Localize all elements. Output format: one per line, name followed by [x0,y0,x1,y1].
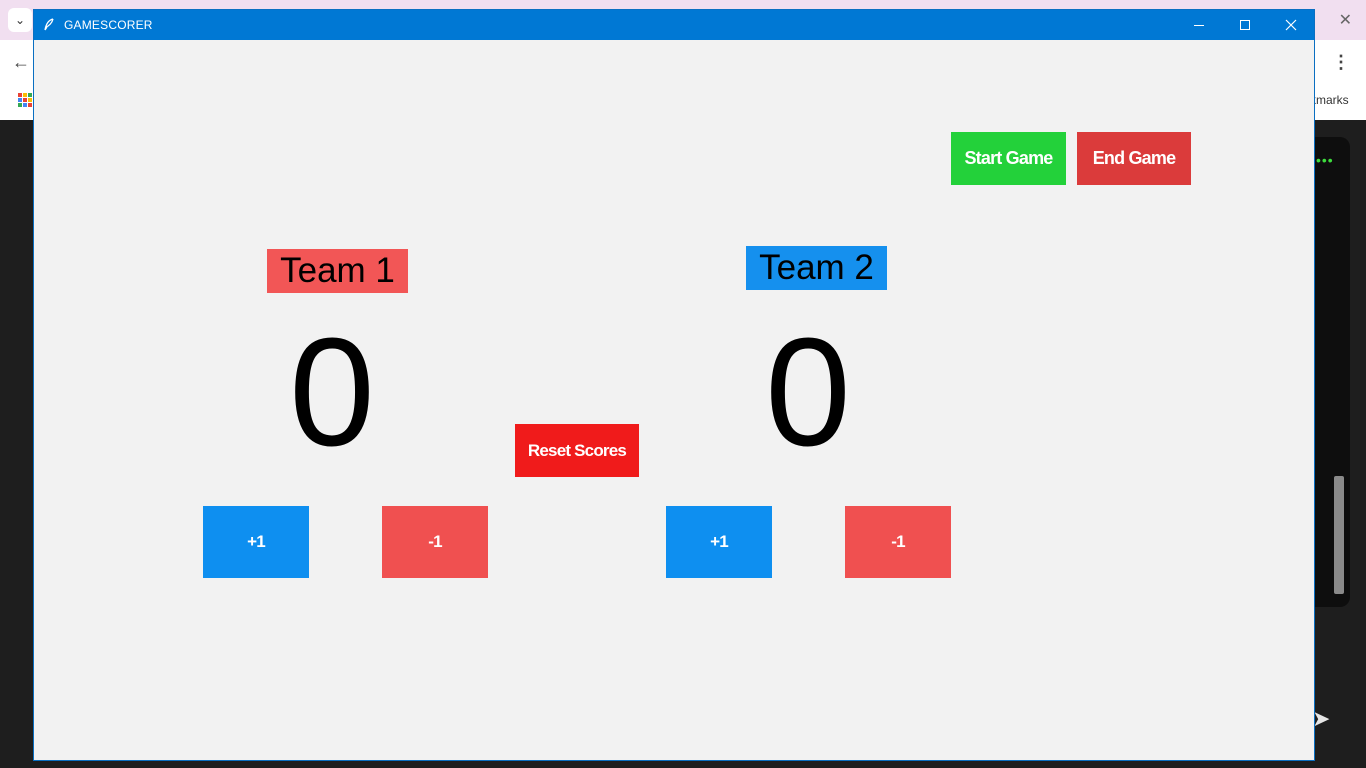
start-game-button[interactable]: Start Game [951,132,1066,185]
team2-name-label: Team 2 [746,246,887,290]
minimize-button[interactable] [1176,10,1222,40]
team2-plus-one-button[interactable]: +1 [666,506,772,578]
team1-name-label: Team 1 [267,249,408,293]
browser-close-icon[interactable]: ✕ [1339,10,1352,30]
close-icon [1285,19,1297,31]
scrollbar-thumb[interactable] [1334,476,1344,594]
feather-app-icon [34,10,64,40]
team2-score: 0 [765,306,851,478]
maximize-button[interactable] [1222,10,1268,40]
status-dots-icon: ••• [1316,152,1334,168]
back-arrow-icon[interactable]: ← [12,52,30,73]
window-title: GAMESCORER [64,18,153,32]
all-bookmarks-link[interactable]: kmarks [1310,93,1349,107]
end-game-button[interactable]: End Game [1077,132,1191,185]
scoreboard-area: Start Game End Game Team 1 Team 2 0 0 Re… [34,40,1314,760]
reset-scores-button[interactable]: Reset Scores [515,424,639,477]
team2-minus-one-button[interactable]: -1 [845,506,951,578]
minimize-icon [1194,24,1204,26]
side-panel [1314,137,1350,607]
team1-score: 0 [289,306,375,478]
browser-menu-icon[interactable]: ⋮ [1332,52,1350,73]
apps-grid-icon[interactable] [18,93,32,107]
team1-plus-one-button[interactable]: +1 [203,506,309,578]
close-button[interactable] [1268,10,1314,40]
title-bar[interactable]: GAMESCORER [34,10,1314,40]
team1-minus-one-button[interactable]: -1 [382,506,488,578]
window-controls [1176,10,1314,40]
maximize-icon [1240,20,1250,30]
gamescorer-window: GAMESCORER Start Game End Game Team 1 Te… [33,9,1315,761]
tab-search-chevron-icon[interactable]: ⌄ [8,8,32,32]
